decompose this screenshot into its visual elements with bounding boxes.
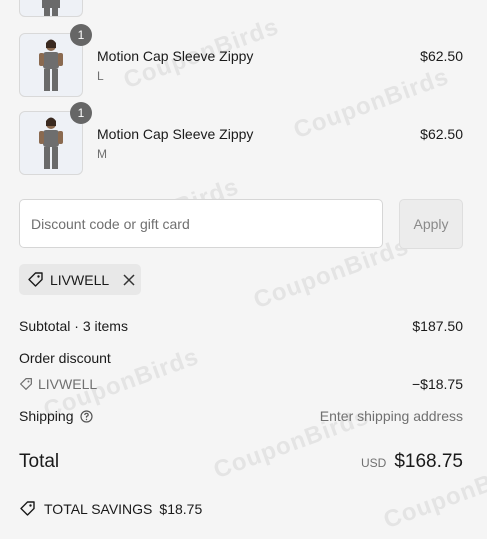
apply-button[interactable]: Apply <box>399 199 463 249</box>
item-variant: L <box>97 69 104 83</box>
remove-discount-icon[interactable] <box>123 273 135 286</box>
order-discount-label: Order discount <box>19 350 111 366</box>
item-variant: M <box>97 147 107 161</box>
applied-code-label: LIVWELL <box>50 271 110 288</box>
currency-label: USD <box>360 456 387 470</box>
product-image: 1 <box>19 102 92 175</box>
order-discount-row: Order discount <box>19 350 463 366</box>
product-image: 1 <box>19 24 92 97</box>
item-price: $62.50 <box>420 126 463 142</box>
item-price: $62.50 <box>420 48 463 64</box>
discount-code-row: LIVWELL −$18.75 <box>19 376 463 392</box>
tag-icon <box>27 271 44 288</box>
product-image <box>19 0 83 17</box>
item-name: Motion Cap Sleeve Zippy <box>97 126 254 142</box>
shipping-value: Enter shipping address <box>319 408 463 424</box>
quantity-badge: 1 <box>70 24 92 46</box>
shipping-label: Shipping <box>19 408 74 424</box>
total-label: Total <box>19 451 60 472</box>
shipping-row: Shipping Enter shipping address <box>19 408 463 424</box>
subtotal-value: $187.50 <box>412 318 463 334</box>
discount-code-input[interactable] <box>19 199 383 248</box>
tag-icon <box>19 377 33 391</box>
quantity-badge: 1 <box>70 102 92 124</box>
subtotal-label: Subtotal · 3 items <box>19 318 128 334</box>
subtotal-row: Subtotal · 3 items $187.50 <box>19 318 463 334</box>
total-row: Total USD $168.75 <box>19 451 463 473</box>
tag-icon <box>19 500 36 517</box>
item-name: Motion Cap Sleeve Zippy <box>97 48 254 64</box>
total-savings-label: TOTAL SAVINGS <box>44 500 153 517</box>
total-value: $168.75 <box>394 451 463 472</box>
help-icon[interactable] <box>79 409 93 423</box>
applied-discount-chip: LIVWELL <box>19 264 141 295</box>
total-savings-value: $18.75 <box>159 500 203 517</box>
total-savings-row: TOTAL SAVINGS $18.75 <box>19 500 463 517</box>
discount-code-label: LIVWELL <box>38 376 98 392</box>
discount-value: −$18.75 <box>412 376 463 392</box>
